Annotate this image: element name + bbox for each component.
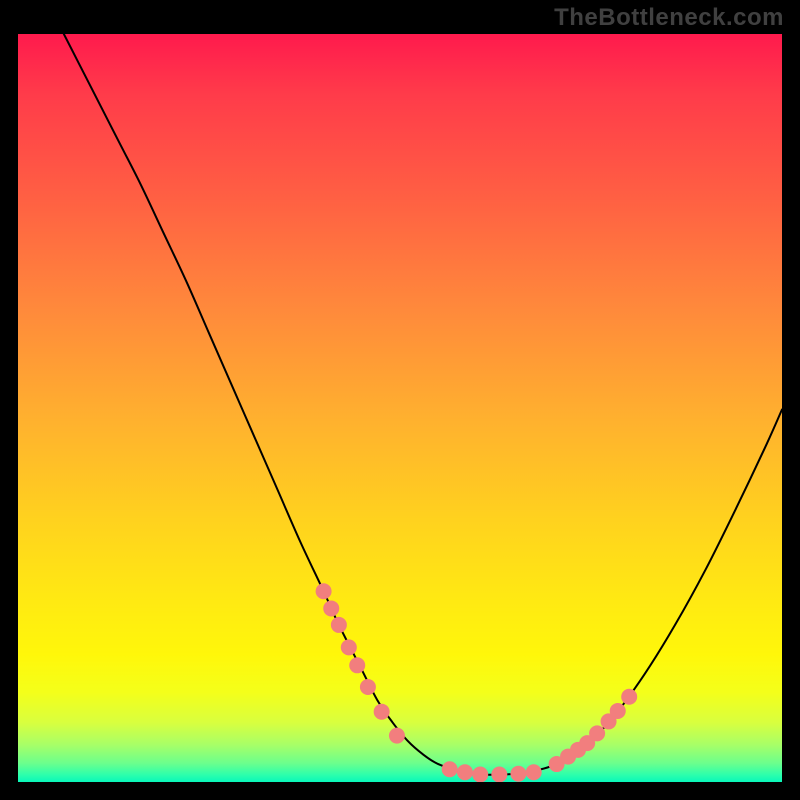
curve-svg xyxy=(18,34,782,782)
valley-markers-dot xyxy=(526,764,542,780)
gradient-plot-area xyxy=(18,34,782,782)
bottleneck-curve xyxy=(64,34,782,775)
chart-frame: TheBottleneck.com xyxy=(0,0,800,800)
left-descent-markers-dot xyxy=(349,657,365,673)
marker-group xyxy=(316,583,638,782)
left-descent-markers-dot xyxy=(323,600,339,616)
valley-markers-dot xyxy=(442,761,458,777)
watermark-text: TheBottleneck.com xyxy=(554,4,784,32)
valley-markers-dot xyxy=(472,767,488,782)
left-descent-markers-dot xyxy=(389,728,405,744)
left-descent-markers-dot xyxy=(360,679,376,695)
right-ascent-markers-dot xyxy=(589,725,605,741)
right-ascent-markers-dot xyxy=(621,689,637,705)
valley-markers-dot xyxy=(457,764,473,780)
right-ascent-markers-dot xyxy=(610,703,626,719)
left-descent-markers-dot xyxy=(331,617,347,633)
left-descent-markers-dot xyxy=(341,639,357,655)
left-descent-markers-dot xyxy=(374,704,390,720)
valley-markers-dot xyxy=(491,767,507,782)
left-descent-markers-dot xyxy=(316,583,332,599)
valley-markers-dot xyxy=(510,766,526,782)
